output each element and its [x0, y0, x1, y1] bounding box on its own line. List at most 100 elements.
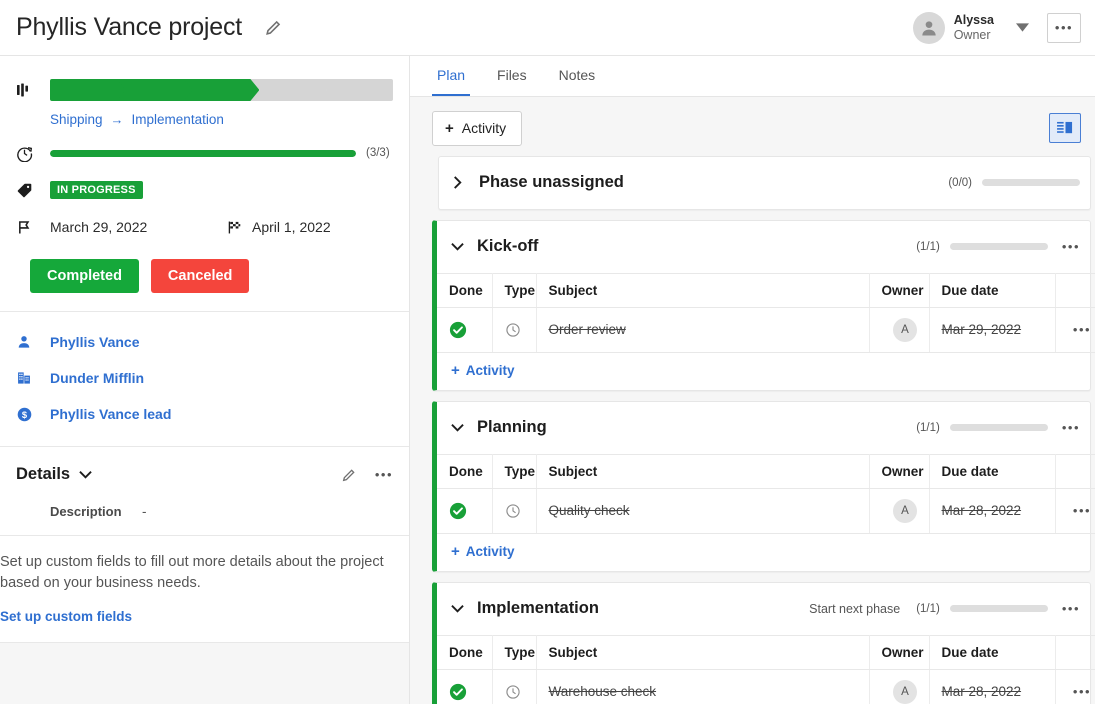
details-title: Details [16, 465, 70, 484]
task-done-checkbox[interactable] [437, 307, 492, 352]
phase-footer: + Activity [437, 534, 1090, 571]
phase-name: Planning [477, 418, 547, 437]
tab-notes[interactable]: Notes [554, 67, 601, 96]
sidebar-filler [0, 643, 409, 704]
column-done: Done [437, 454, 492, 488]
chevron-down-icon[interactable] [451, 242, 473, 251]
task-done-checkbox[interactable] [437, 488, 492, 533]
task-actions[interactable]: ••• [1055, 307, 1095, 352]
task-table: Done Type Subject Owner Due date [437, 273, 1095, 353]
details-more-button[interactable]: ••• [375, 468, 393, 481]
task-done-checkbox[interactable] [437, 669, 492, 704]
header-more-button[interactable]: ••• [1047, 13, 1081, 43]
phase-to-link[interactable]: Implementation [132, 112, 224, 127]
phase-transition-links: Shipping → Implementation [16, 112, 393, 127]
related-contact-row[interactable]: Phyllis Vance [16, 324, 393, 360]
completed-button[interactable]: Completed [30, 259, 139, 293]
phase-card-header[interactable]: Kick-off (1/1) ••• [437, 221, 1090, 273]
custom-fields-text: Set up custom fields to fill out more de… [0, 552, 393, 593]
status-badge: IN PROGRESS [50, 181, 143, 199]
table-row[interactable]: Order review A Mar 29, 2022 ••• [437, 307, 1095, 352]
app-body: Shipping → Implementation (3/3) [0, 56, 1095, 704]
related-account-row[interactable]: Dunder Mifflin [16, 360, 393, 396]
page-title: Phyllis Vance project [16, 13, 242, 42]
task-actions[interactable]: ••• [1055, 669, 1095, 704]
task-due-date: Mar 28, 2022 [929, 669, 1055, 704]
related-account-link[interactable]: Dunder Mifflin [50, 370, 144, 386]
chevron-down-icon[interactable] [1016, 23, 1029, 32]
phase-card-header[interactable]: Phase unassigned (0/0) [439, 157, 1090, 209]
task-due-date: Mar 29, 2022 [929, 307, 1055, 352]
phase-segments [50, 79, 393, 101]
phase-progress-bar[interactable] [16, 70, 393, 110]
details-collapse-toggle[interactable] [79, 470, 92, 479]
related-lead-row[interactable]: $ Phyllis Vance lead [16, 396, 393, 432]
ellipsis-icon[interactable]: ••• [1073, 503, 1091, 518]
task-due-date: Mar 28, 2022 [929, 488, 1055, 533]
related-contact-link[interactable]: Phyllis Vance [50, 334, 140, 350]
phase-more-button[interactable]: ••• [1062, 239, 1080, 254]
phase-ratio: (1/1) [916, 603, 940, 615]
column-done: Done [437, 635, 492, 669]
details-edit-button[interactable] [341, 467, 357, 483]
add-activity-button[interactable]: + Activity [432, 111, 522, 146]
ellipsis-icon[interactable]: ••• [1073, 322, 1091, 337]
project-dates-row: March 29, 2022 April 1, 2022 [16, 207, 393, 247]
phase-segment-2[interactable] [117, 79, 193, 101]
phase-segment-5[interactable] [317, 79, 393, 101]
phase-progress-bar [950, 605, 1048, 612]
phase-ratio: (0/0) [948, 177, 972, 189]
task-table: Done Type Subject Owner Due date [437, 454, 1095, 534]
phase-more-button[interactable]: ••• [1062, 601, 1080, 616]
task-subject[interactable]: Quality check [536, 488, 869, 533]
table-row[interactable]: Warehouse check A Mar 28, 2022 ••• [437, 669, 1095, 704]
user-role: Owner [954, 28, 994, 43]
checkered-flag-icon [226, 219, 252, 236]
chevron-right-icon[interactable] [453, 176, 475, 189]
svg-text:$: $ [22, 410, 28, 420]
phase-segment-1[interactable] [50, 79, 126, 101]
related-lead-link[interactable]: Phyllis Vance lead [50, 406, 171, 422]
task-owner: A [869, 488, 929, 533]
view-toggle-button[interactable] [1049, 113, 1081, 143]
start-next-phase-link[interactable]: Start next phase [809, 602, 900, 616]
chevron-down-icon[interactable] [451, 423, 473, 432]
column-actions [1055, 273, 1095, 307]
table-row[interactable]: Quality check A Mar 28, 2022 ••• [437, 488, 1095, 533]
phase-header-right: (1/1) ••• [916, 239, 1090, 254]
add-activity-link[interactable]: + Activity [451, 362, 515, 379]
details-header: Details ••• [0, 447, 409, 498]
ellipsis-icon[interactable]: ••• [1073, 684, 1091, 699]
setup-custom-fields-link[interactable]: Set up custom fields [0, 609, 132, 624]
avatar: A [893, 499, 917, 523]
add-activity-link[interactable]: + Activity [451, 543, 515, 560]
add-activity-label: Activity [466, 544, 515, 559]
task-subject[interactable]: Warehouse check [536, 669, 869, 704]
column-owner: Owner [869, 454, 929, 488]
column-done: Done [437, 273, 492, 307]
chevron-down-icon[interactable] [451, 604, 473, 613]
phase-more-button[interactable]: ••• [1062, 420, 1080, 435]
column-subject: Subject [536, 273, 869, 307]
edit-title-button[interactable] [264, 18, 283, 37]
tab-files[interactable]: Files [492, 67, 532, 96]
phase-ratio: (1/1) [916, 241, 940, 253]
canceled-button[interactable]: Canceled [151, 259, 249, 293]
tab-plan[interactable]: Plan [432, 67, 470, 96]
clock-progress-icon [16, 145, 50, 162]
task-actions[interactable]: ••• [1055, 488, 1095, 533]
project-summary-section: Shipping → Implementation (3/3) [0, 56, 409, 312]
phase-segment-3[interactable] [184, 79, 260, 101]
phase-header-right: (1/1) ••• [916, 420, 1090, 435]
column-owner: Owner [869, 273, 929, 307]
overall-progress-fill [50, 150, 356, 157]
task-subject[interactable]: Order review [536, 307, 869, 352]
clock-icon [492, 307, 536, 352]
clock-icon [492, 488, 536, 533]
phase-card-header[interactable]: Planning (1/1) ••• [437, 402, 1090, 454]
header-user-area: Alyssa Owner ••• [913, 12, 1095, 44]
phase-from-link[interactable]: Shipping [50, 112, 103, 127]
plus-icon: + [451, 362, 460, 379]
phase-segment-4[interactable] [250, 79, 326, 101]
phase-card-header[interactable]: Implementation Start next phase (1/1) ••… [437, 583, 1090, 635]
